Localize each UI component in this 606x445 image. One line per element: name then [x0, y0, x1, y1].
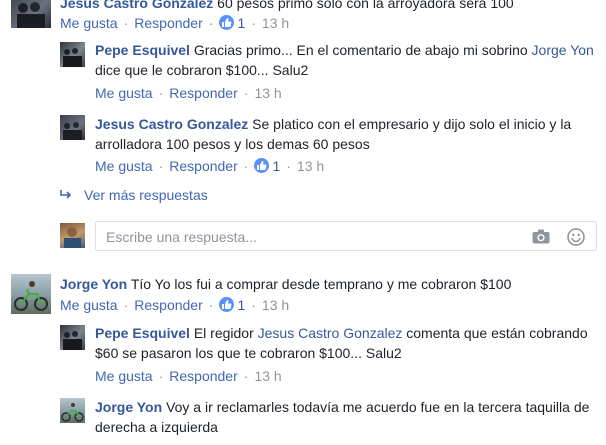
comment-actions: Me gusta · Responder · 1 · 13 h — [60, 297, 289, 313]
separator: · — [208, 15, 214, 31]
like-link[interactable]: Me gusta — [95, 368, 153, 384]
reply-link[interactable]: Responder — [169, 158, 238, 174]
like-link[interactable]: Me gusta — [60, 15, 118, 31]
avatar[interactable] — [60, 325, 85, 350]
like-count[interactable]: 1 — [237, 15, 245, 31]
separator: · — [208, 297, 214, 313]
comment-text: Gracias primo... En el comentario de aba… — [193, 42, 532, 58]
comment-body: Jorge Yon Tío Yo los fui a comprar desde… — [60, 274, 600, 294]
comment-actions: Me gusta · Responder · 13 h — [95, 85, 282, 101]
reply-link[interactable]: Responder — [134, 15, 203, 31]
current-user-avatar — [60, 223, 85, 248]
like-link[interactable]: Me gusta — [60, 297, 118, 313]
comment-author-link[interactable]: Jorge Yon — [95, 399, 162, 415]
comment-actions: Me gusta · Responder · 13 h — [95, 368, 282, 384]
comment-body: Jorge Yon Voy a ir reclamarles todavía m… — [95, 397, 595, 437]
separator: · — [251, 297, 256, 313]
smiley-icon[interactable] — [567, 228, 585, 249]
separator: · — [243, 85, 249, 101]
mention-link[interactable]: Jorge Yon — [532, 42, 594, 58]
timestamp[interactable]: 13 h — [254, 85, 281, 101]
avatar[interactable] — [60, 398, 85, 423]
comment-text: El regidor — [193, 325, 258, 341]
separator: · — [158, 158, 164, 174]
comment-author-link[interactable]: Jesus Castro Gonzalez — [95, 116, 248, 132]
comment-body: Jesus Castro Gonzalez 60 pesos primo sol… — [60, 0, 600, 13]
separator: · — [158, 368, 164, 384]
separator: · — [243, 158, 249, 174]
comment-text: Voy a ir reclamarles todavía me acuerdo … — [95, 399, 590, 435]
reply-link[interactable]: Responder — [169, 85, 238, 101]
comment-body: Jesus Castro Gonzalez Se platico con el … — [95, 114, 595, 154]
timestamp[interactable]: 13 h — [297, 158, 324, 174]
more-replies-link[interactable]: Ver más respuestas — [60, 185, 208, 205]
reply-link[interactable]: Responder — [134, 297, 203, 313]
avatar[interactable] — [11, 274, 51, 314]
reply-arrow-icon — [60, 185, 72, 205]
comment-author-link[interactable]: Jesus Castro Gonzalez — [60, 0, 213, 11]
more-replies-label[interactable]: Ver más respuestas — [84, 187, 208, 203]
comment-text: 60 pesos primo solo con la arroyadora se… — [217, 0, 514, 11]
comment-text: dice que le cobraron $100... Salu2 — [95, 62, 309, 78]
timestamp[interactable]: 13 h — [254, 368, 281, 384]
comment-text: Tío Yo los fui a comprar desde temprano … — [130, 276, 512, 292]
separator: · — [123, 297, 129, 313]
comment-body: Pepe Esquivel El regidor Jesus Castro Go… — [95, 323, 595, 363]
separator: · — [123, 15, 129, 31]
timestamp[interactable]: 13 h — [262, 297, 289, 313]
thumbs-up-icon[interactable] — [219, 15, 235, 30]
timestamp[interactable]: 13 h — [262, 15, 289, 31]
thumbs-up-icon[interactable] — [219, 297, 235, 312]
mention-link[interactable]: Jesus Castro Gonzalez — [258, 325, 403, 341]
comment-body: Pepe Esquivel Gracias primo... En el com… — [95, 40, 595, 80]
camera-icon[interactable] — [532, 229, 550, 247]
comment-author-link[interactable]: Pepe Esquivel — [95, 325, 190, 341]
comment-actions: Me gusta · Responder · 1 · 13 h — [60, 15, 289, 31]
separator: · — [251, 15, 256, 31]
separator: · — [158, 85, 164, 101]
reply-link[interactable]: Responder — [169, 368, 238, 384]
like-count[interactable]: 1 — [237, 297, 245, 313]
reply-input[interactable] — [104, 228, 528, 246]
avatar[interactable] — [60, 42, 85, 67]
reply-box[interactable] — [95, 221, 597, 251]
thumbs-up-icon[interactable] — [254, 158, 270, 173]
avatar[interactable] — [11, 0, 51, 28]
comment-author-link[interactable]: Pepe Esquivel — [95, 42, 190, 58]
comment-actions: Me gusta · Responder · 1 · 13 h — [95, 158, 324, 174]
avatar[interactable] — [60, 115, 85, 140]
like-link[interactable]: Me gusta — [95, 85, 153, 101]
comment-author-link[interactable]: Jorge Yon — [60, 276, 127, 292]
like-count[interactable]: 1 — [272, 158, 280, 174]
separator: · — [243, 368, 249, 384]
separator: · — [286, 158, 291, 174]
like-link[interactable]: Me gusta — [95, 158, 153, 174]
